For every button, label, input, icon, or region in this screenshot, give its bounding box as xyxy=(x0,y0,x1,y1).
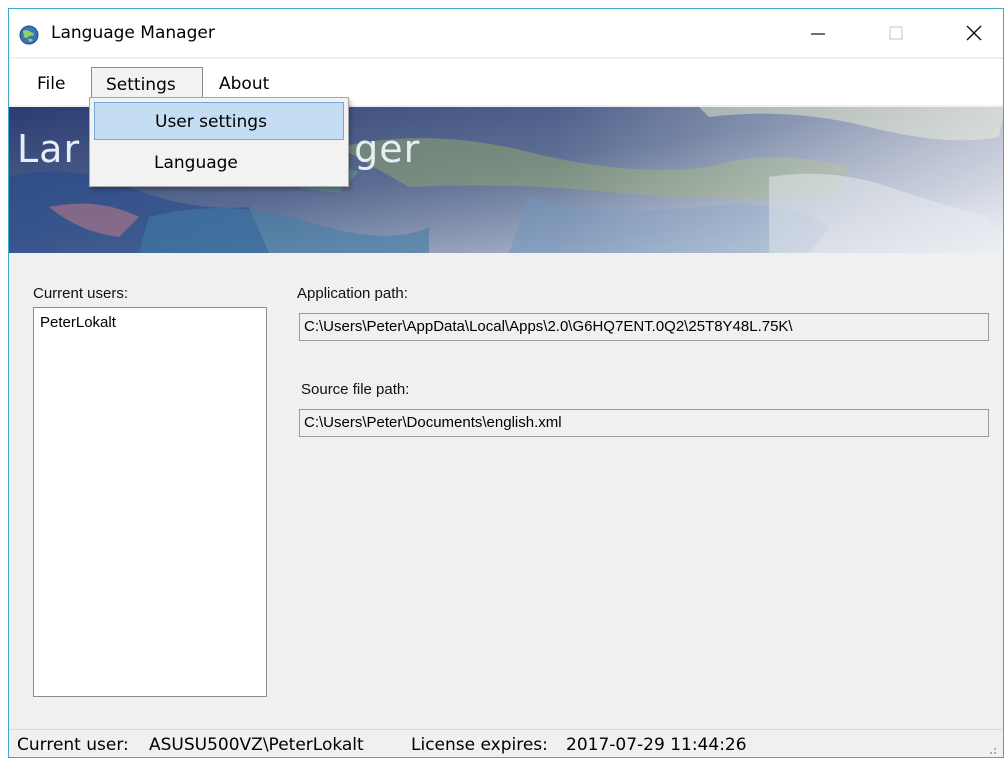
resize-grip-icon[interactable] xyxy=(987,745,997,755)
source-file-path-label: Source file path: xyxy=(301,381,410,398)
users-listbox[interactable]: PeterLokalt xyxy=(33,307,267,697)
main-window: Language Manager File Settings About Lar… xyxy=(8,8,1004,758)
globe-icon xyxy=(19,25,39,45)
close-icon xyxy=(966,25,982,41)
application-path-label: Application path: xyxy=(297,285,408,302)
title-bar[interactable]: Language Manager xyxy=(9,9,1003,57)
menu-about[interactable]: About xyxy=(207,69,281,99)
list-item[interactable]: PeterLokalt xyxy=(40,314,116,331)
menu-user-settings[interactable]: User settings xyxy=(94,102,344,140)
current-users-label: Current users: xyxy=(33,285,129,302)
maximize-icon xyxy=(889,26,903,40)
minimize-icon xyxy=(811,33,825,35)
close-button[interactable] xyxy=(951,9,997,57)
window-title: Language Manager xyxy=(51,23,215,43)
application-path-field[interactable]: C:\Users\Peter\AppData\Local\Apps\2.0\G6… xyxy=(299,313,989,341)
status-user-value: ASUSU500VZ\PeterLokalt xyxy=(149,735,364,755)
minimize-button[interactable] xyxy=(795,9,841,57)
status-license-label: License expires: xyxy=(411,735,548,755)
settings-dropdown: User settings Language xyxy=(89,97,349,187)
status-license-value: 2017-07-29 11:44:26 xyxy=(566,735,747,755)
source-file-path-field[interactable]: C:\Users\Peter\Documents\english.xml xyxy=(299,409,989,437)
menu-language[interactable]: Language xyxy=(94,144,344,182)
menu-file[interactable]: File xyxy=(25,69,77,99)
maximize-button[interactable] xyxy=(873,9,919,57)
status-bar: Current user: ASUSU500VZ\PeterLokalt Lic… xyxy=(9,729,1003,757)
status-user-label: Current user: xyxy=(17,735,129,755)
